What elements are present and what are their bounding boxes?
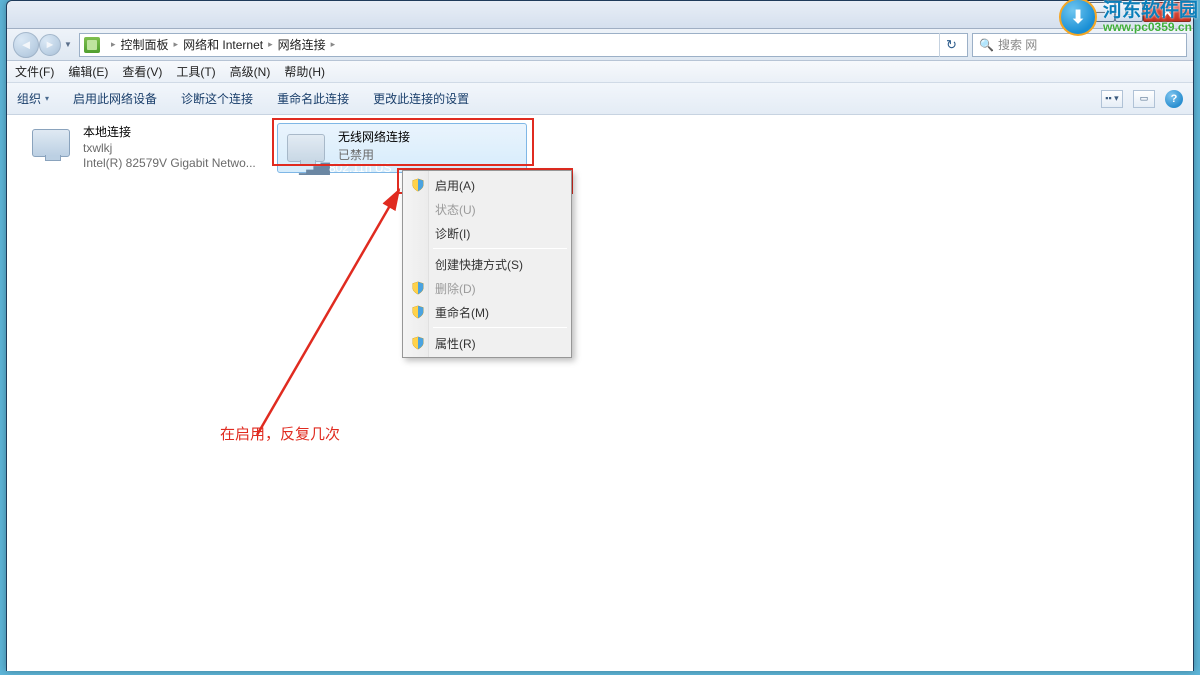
search-input[interactable]: 🔍 搜索 网 <box>972 33 1187 57</box>
nav-arrows: ◄ ► ▼ <box>13 32 75 58</box>
address-bar: ◄ ► ▼ ▸ 控制面板 ▸ 网络和 Internet ▸ 网络连接 ▸ ↻ 🔍… <box>7 29 1193 61</box>
back-button[interactable]: ◄ <box>13 32 39 58</box>
connection-local[interactable]: 本地连接 txwlkj Intel(R) 82579V Gigabit Netw… <box>27 123 267 170</box>
menu-help[interactable]: 帮助(H) <box>284 63 325 80</box>
chevron-right-icon: ▸ <box>174 39 179 50</box>
diagnose-button[interactable]: 诊断这个连接 <box>181 90 253 107</box>
forward-button[interactable]: ► <box>39 34 61 56</box>
search-icon: 🔍 <box>979 38 994 52</box>
connection-status: txwlkj <box>83 141 256 155</box>
menu-item-label: 删除(D) <box>435 280 476 297</box>
breadcrumb-item[interactable]: 控制面板 <box>121 36 169 53</box>
nav-history-dropdown[interactable]: ▼ <box>61 35 75 55</box>
context-menu-item[interactable]: 重命名(M) <box>405 300 569 324</box>
context-menu-item: 状态(U) <box>405 197 569 221</box>
uac-shield-icon <box>411 336 425 350</box>
preview-pane-button[interactable]: ▭ <box>1133 90 1155 108</box>
breadcrumb-item[interactable]: 网络和 Internet <box>183 36 263 53</box>
annotation-text: 在启用，反复几次 <box>220 423 340 444</box>
menu-bar: 文件(F) 编辑(E) 查看(V) 工具(T) 高级(N) 帮助(H) <box>7 61 1193 83</box>
menu-item-label: 重命名(M) <box>435 304 489 321</box>
view-options-button[interactable]: ▪▪ ▾ <box>1101 90 1123 108</box>
enable-device-button[interactable]: 启用此网络设备 <box>73 90 157 107</box>
context-menu-item: 删除(D) <box>405 276 569 300</box>
annotation-highlight-box <box>272 118 534 166</box>
context-menu: 启用(A) 状态(U) 诊断(I) 创建快捷方式(S) 删除(D) 重命名(M) 属性(R) <box>402 170 572 358</box>
context-menu-item[interactable]: 诊断(I) <box>405 221 569 245</box>
menu-item-label: 状态(U) <box>435 201 476 218</box>
menu-item-label: 启用(A) <box>435 177 475 194</box>
watermark-logo-icon: ⬇ <box>1059 0 1097 36</box>
content-area: 本地连接 txwlkj Intel(R) 82579V Gigabit Netw… <box>7 115 1193 671</box>
annotation-arrow <box>227 175 427 455</box>
title-bar: — ❐ X <box>7 1 1193 29</box>
uac-shield-icon <box>411 178 425 192</box>
breadcrumb-item[interactable]: 网络连接 <box>278 36 326 53</box>
watermark: ⬇ 河东软件园 www.pc0359.cn <box>1059 0 1198 36</box>
context-menu-item[interactable]: 启用(A) <box>405 173 569 197</box>
search-placeholder: 搜索 网 <box>998 36 1037 53</box>
breadcrumb-bar[interactable]: ▸ 控制面板 ▸ 网络和 Internet ▸ 网络连接 ▸ ↻ <box>79 33 968 57</box>
refresh-icon[interactable]: ↻ <box>939 33 963 57</box>
context-menu-item[interactable]: 属性(R) <box>405 331 569 355</box>
menu-file[interactable]: 文件(F) <box>15 63 54 80</box>
chevron-right-icon: ▸ <box>331 39 336 50</box>
connection-device: Intel(R) 82579V Gigabit Netwo... <box>83 156 256 170</box>
network-adapter-icon <box>27 123 75 163</box>
explorer-window: — ❐ X ◄ ► ▼ ▸ 控制面板 ▸ 网络和 Internet ▸ 网络连接… <box>6 0 1194 671</box>
menu-advanced[interactable]: 高级(N) <box>230 63 271 80</box>
menu-tools[interactable]: 工具(T) <box>176 63 215 80</box>
rename-button[interactable]: 重命名此连接 <box>277 90 349 107</box>
uac-shield-icon <box>411 305 425 319</box>
change-settings-button[interactable]: 更改此连接的设置 <box>373 90 469 107</box>
menu-item-label: 诊断(I) <box>435 225 470 242</box>
control-panel-icon <box>84 37 100 53</box>
chevron-right-icon: ▸ <box>111 39 116 50</box>
chevron-right-icon: ▸ <box>268 39 273 50</box>
uac-shield-icon <box>411 281 425 295</box>
menu-item-label: 属性(R) <box>435 335 476 352</box>
organize-menu[interactable]: 组织 <box>17 90 49 107</box>
watermark-url: www.pc0359.cn <box>1103 21 1198 34</box>
menu-edit[interactable]: 编辑(E) <box>68 63 108 80</box>
watermark-name: 河东软件园 <box>1103 1 1198 21</box>
connection-title: 本地连接 <box>83 123 256 140</box>
command-bar: 组织 启用此网络设备 诊断这个连接 重命名此连接 更改此连接的设置 ▪▪ ▾ ▭… <box>7 83 1193 115</box>
toolbar-right: ▪▪ ▾ ▭ ? <box>1101 90 1183 108</box>
menu-view[interactable]: 查看(V) <box>122 63 162 80</box>
context-menu-item[interactable]: 创建快捷方式(S) <box>405 252 569 276</box>
menu-item-label: 创建快捷方式(S) <box>435 256 523 273</box>
help-icon[interactable]: ? <box>1165 90 1183 108</box>
